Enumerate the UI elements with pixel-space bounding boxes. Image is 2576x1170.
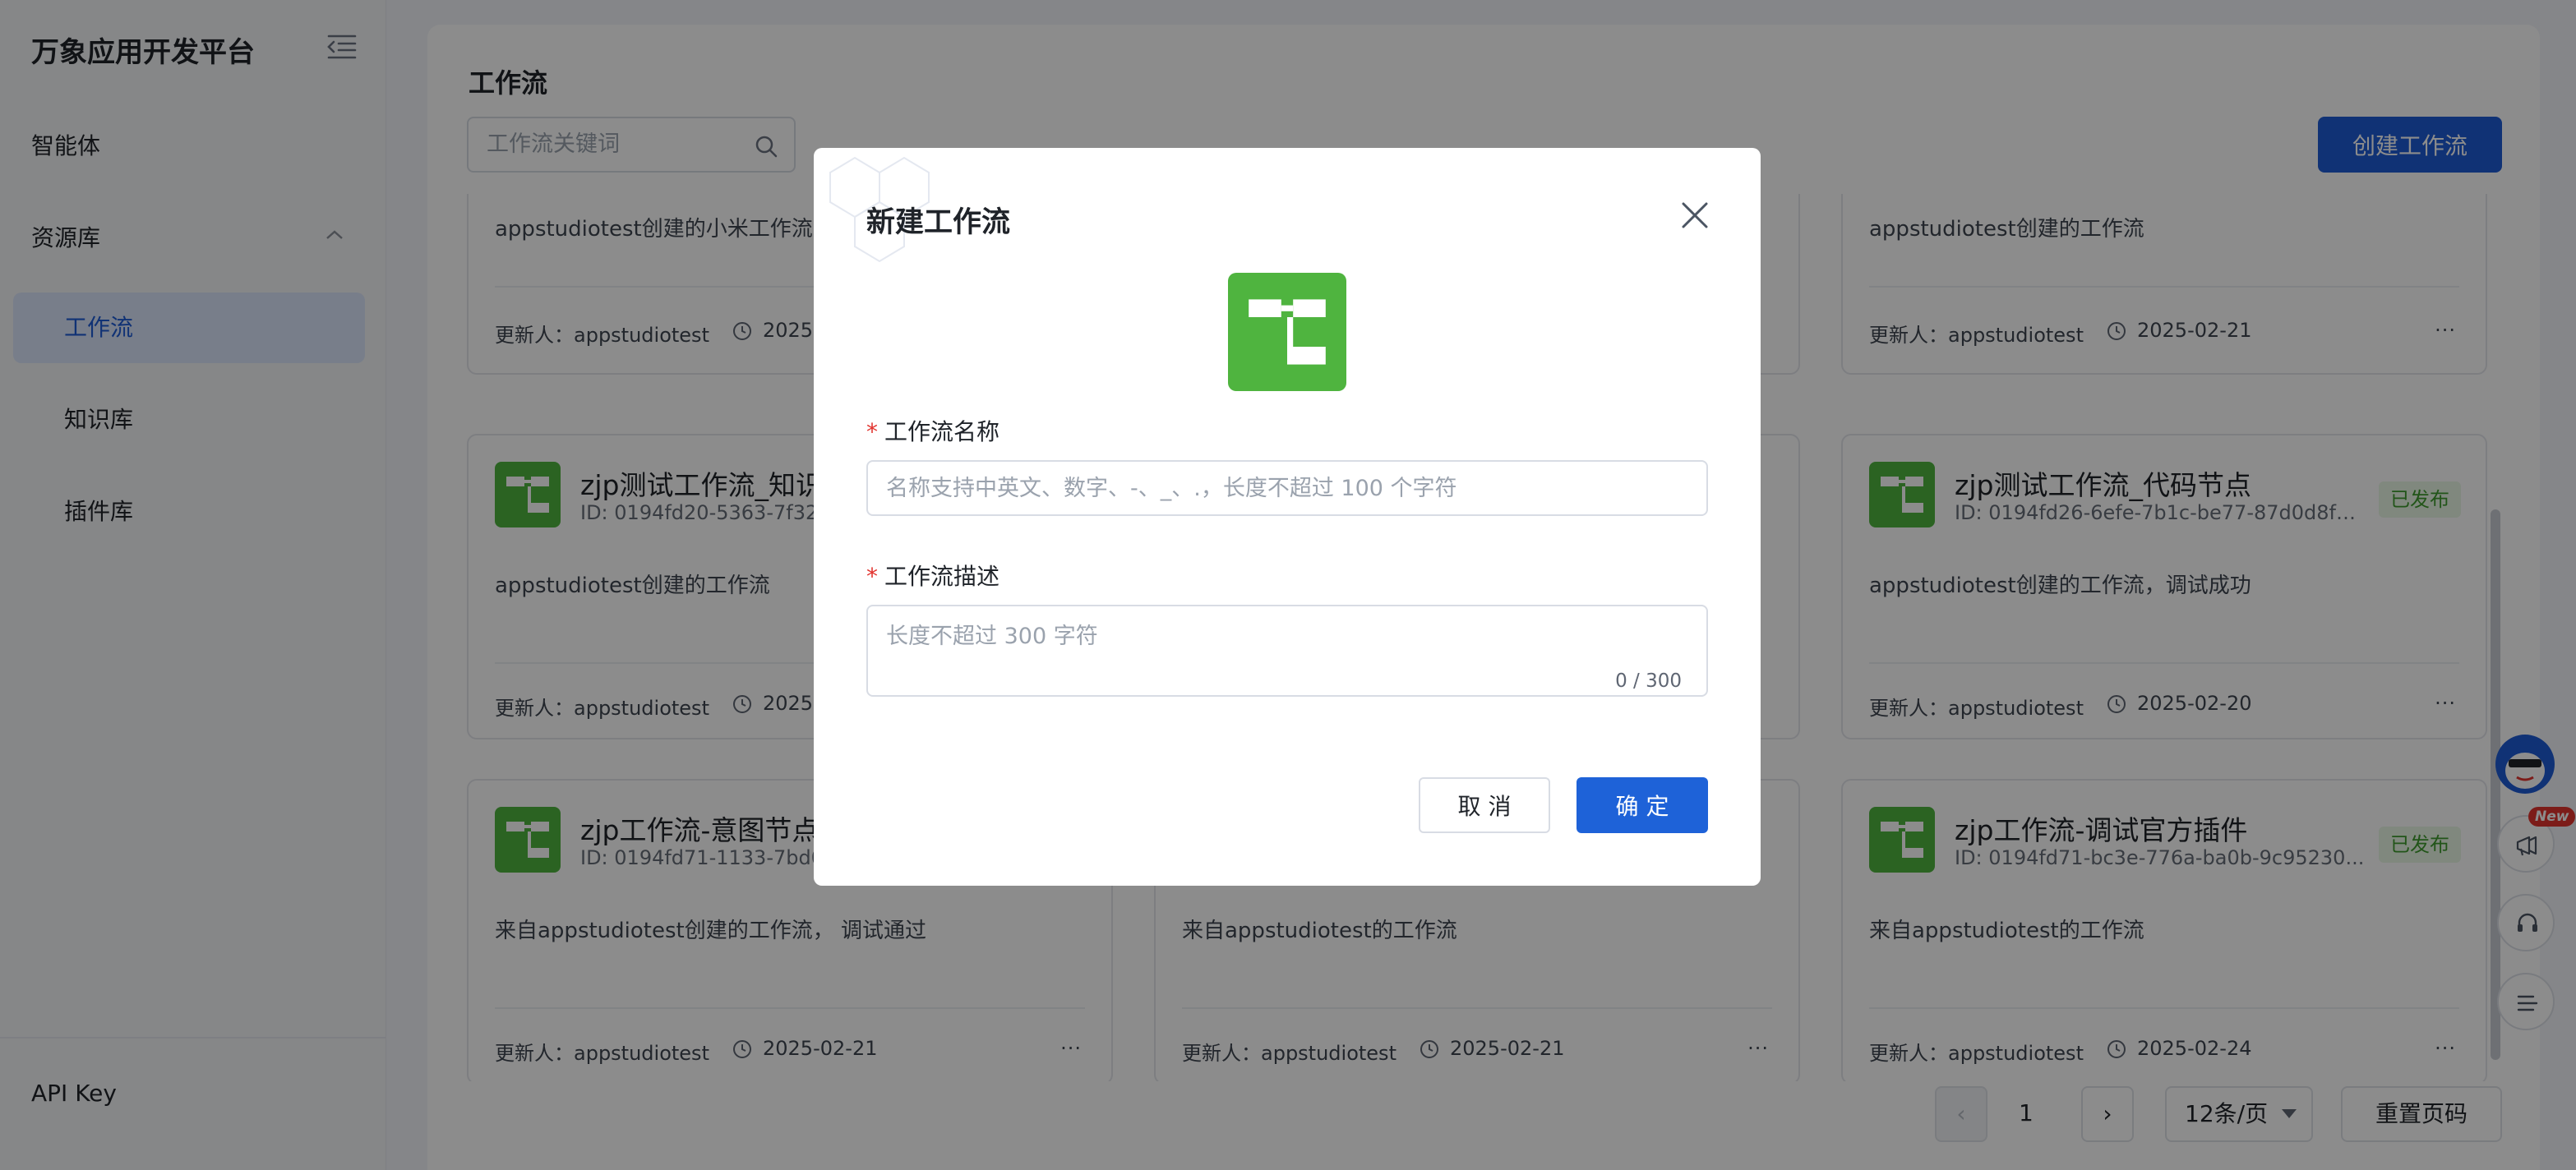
required-mark: * (866, 418, 878, 445)
workflow-description-box: 0 / 300 (866, 605, 1708, 697)
cancel-button[interactable]: 取 消 (1419, 777, 1550, 833)
dialog-title: 新建工作流 (866, 206, 1011, 239)
confirm-button[interactable]: 确 定 (1577, 777, 1708, 833)
required-mark: * (866, 563, 878, 590)
workflow-icon (1228, 273, 1346, 391)
char-counter: 0 / 300 (1615, 670, 1682, 692)
close-icon[interactable] (1678, 199, 1711, 232)
desc-field-label: * 工作流描述 (866, 563, 1000, 590)
workflow-description-input[interactable] (868, 606, 1706, 695)
workflow-name-input[interactable] (866, 460, 1708, 516)
create-workflow-dialog: 新建工作流 *工作流名称 *工作流描述 0 / 300 取 消 确 定 (814, 148, 1761, 886)
name-field-label: * 工作流名称 (866, 418, 1000, 445)
